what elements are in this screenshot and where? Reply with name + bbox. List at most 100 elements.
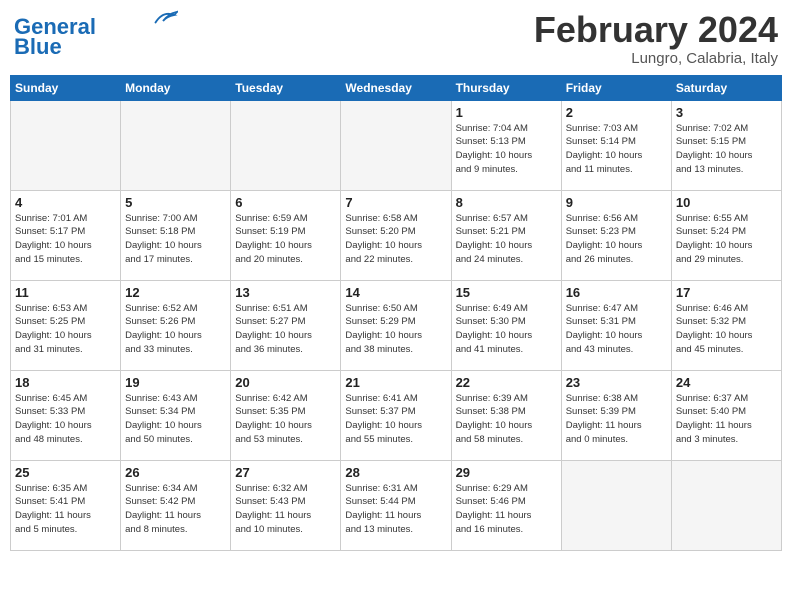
day-number: 21 (345, 375, 446, 390)
calendar-cell: 10 Sunrise: 6:55 AMSunset: 5:24 PMDayligh… (671, 190, 781, 280)
calendar-cell: 1 Sunrise: 7:04 AMSunset: 5:13 PMDaylight… (451, 100, 561, 190)
calendar-cell: 25 Sunrise: 6:35 AMSunset: 5:41 PMDayligh… (11, 460, 121, 550)
day-number: 25 (15, 465, 116, 480)
calendar-cell: 18 Sunrise: 6:45 AMSunset: 5:33 PMDayligh… (11, 370, 121, 460)
day-info: Sunrise: 6:43 AMSunset: 5:34 PMDaylight:… (125, 392, 226, 447)
day-number: 19 (125, 375, 226, 390)
day-number: 16 (566, 285, 667, 300)
calendar-cell: 2 Sunrise: 7:03 AMSunset: 5:14 PMDaylight… (561, 100, 671, 190)
calendar-cell: 20 Sunrise: 6:42 AMSunset: 5:35 PMDayligh… (231, 370, 341, 460)
day-number: 26 (125, 465, 226, 480)
day-info: Sunrise: 6:45 AMSunset: 5:33 PMDaylight:… (15, 392, 116, 447)
day-number: 29 (456, 465, 557, 480)
weekday-header: Saturday (671, 75, 781, 100)
calendar-cell: 13 Sunrise: 6:51 AMSunset: 5:27 PMDayligh… (231, 280, 341, 370)
day-number: 15 (456, 285, 557, 300)
day-number: 4 (15, 195, 116, 210)
day-number: 2 (566, 105, 667, 120)
day-number: 18 (15, 375, 116, 390)
weekday-header: Friday (561, 75, 671, 100)
day-info: Sunrise: 6:37 AMSunset: 5:40 PMDaylight:… (676, 392, 777, 447)
title-block: February 2024 Lungro, Calabria, Italy (534, 10, 778, 67)
calendar-cell: 22Sunrise: 6:39 AMSunset: 5:38 PMDayligh… (451, 370, 561, 460)
calendar-cell: 11Sunrise: 6:53 AMSunset: 5:25 PMDayligh… (11, 280, 121, 370)
calendar-subtitle: Lungro, Calabria, Italy (534, 50, 778, 67)
calendar-week-row: 1 Sunrise: 7:04 AMSunset: 5:13 PMDaylight… (11, 100, 782, 190)
day-number: 10 (676, 195, 777, 210)
calendar-week-row: 11Sunrise: 6:53 AMSunset: 5:25 PMDayligh… (11, 280, 782, 370)
calendar-cell (671, 460, 781, 550)
day-info: Sunrise: 6:46 AMSunset: 5:32 PMDaylight:… (676, 302, 777, 357)
day-info: Sunrise: 7:02 AMSunset: 5:15 PMDaylight:… (676, 122, 777, 177)
day-info: Sunrise: 6:55 AMSunset: 5:24 PMDaylight:… (676, 212, 777, 267)
calendar-cell: 17 Sunrise: 6:46 AMSunset: 5:32 PMDayligh… (671, 280, 781, 370)
logo: General Blue (14, 16, 178, 58)
calendar-cell: 12 Sunrise: 6:52 AMSunset: 5:26 PMDayligh… (121, 280, 231, 370)
day-number: 11 (15, 285, 116, 300)
day-info: Sunrise: 6:50 AMSunset: 5:29 PMDaylight:… (345, 302, 446, 357)
day-info: Sunrise: 7:03 AMSunset: 5:14 PMDaylight:… (566, 122, 667, 177)
day-number: 5 (125, 195, 226, 210)
day-number: 1 (456, 105, 557, 120)
day-number: 3 (676, 105, 777, 120)
day-info: Sunrise: 6:59 AMSunset: 5:19 PMDaylight:… (235, 212, 336, 267)
calendar-body: 1 Sunrise: 7:04 AMSunset: 5:13 PMDaylight… (11, 100, 782, 550)
calendar-cell: 4 Sunrise: 7:01 AMSunset: 5:17 PMDaylight… (11, 190, 121, 280)
calendar-cell: 19 Sunrise: 6:43 AMSunset: 5:34 PMDayligh… (121, 370, 231, 460)
day-number: 6 (235, 195, 336, 210)
day-info: Sunrise: 6:42 AMSunset: 5:35 PMDaylight:… (235, 392, 336, 447)
weekday-header: Wednesday (341, 75, 451, 100)
day-number: 8 (456, 195, 557, 210)
day-number: 12 (125, 285, 226, 300)
calendar-week-row: 18 Sunrise: 6:45 AMSunset: 5:33 PMDayligh… (11, 370, 782, 460)
calendar-cell: 21Sunrise: 6:41 AMSunset: 5:37 PMDayligh… (341, 370, 451, 460)
weekday-header: Monday (121, 75, 231, 100)
day-info: Sunrise: 6:32 AMSunset: 5:43 PMDaylight:… (235, 482, 336, 537)
day-number: 20 (235, 375, 336, 390)
calendar-cell: 6 Sunrise: 6:59 AMSunset: 5:19 PMDaylight… (231, 190, 341, 280)
day-info: Sunrise: 6:29 AMSunset: 5:46 PMDaylight:… (456, 482, 557, 537)
weekday-header: Sunday (11, 75, 121, 100)
page-header: General Blue February 2024 Lungro, Calab… (10, 10, 782, 67)
day-info: Sunrise: 6:58 AMSunset: 5:20 PMDaylight:… (345, 212, 446, 267)
calendar-cell (341, 100, 451, 190)
day-info: Sunrise: 6:31 AMSunset: 5:44 PMDaylight:… (345, 482, 446, 537)
calendar-cell: 24 Sunrise: 6:37 AMSunset: 5:40 PMDayligh… (671, 370, 781, 460)
day-number: 24 (676, 375, 777, 390)
day-info: Sunrise: 6:38 AMSunset: 5:39 PMDaylight:… (566, 392, 667, 447)
calendar-cell: 27 Sunrise: 6:32 AMSunset: 5:43 PMDayligh… (231, 460, 341, 550)
calendar-cell: 5 Sunrise: 7:00 AMSunset: 5:18 PMDaylight… (121, 190, 231, 280)
day-info: Sunrise: 6:34 AMSunset: 5:42 PMDaylight:… (125, 482, 226, 537)
day-number: 9 (566, 195, 667, 210)
day-info: Sunrise: 6:49 AMSunset: 5:30 PMDaylight:… (456, 302, 557, 357)
logo-bird-icon (148, 9, 178, 27)
day-number: 17 (676, 285, 777, 300)
weekday-header: Thursday (451, 75, 561, 100)
calendar-cell: 15 Sunrise: 6:49 AMSunset: 5:30 PMDayligh… (451, 280, 561, 370)
calendar-week-row: 4 Sunrise: 7:01 AMSunset: 5:17 PMDaylight… (11, 190, 782, 280)
calendar-cell (231, 100, 341, 190)
day-number: 13 (235, 285, 336, 300)
calendar-cell: 23Sunrise: 6:38 AMSunset: 5:39 PMDayligh… (561, 370, 671, 460)
calendar-cell (121, 100, 231, 190)
day-info: Sunrise: 6:52 AMSunset: 5:26 PMDaylight:… (125, 302, 226, 357)
day-number: 28 (345, 465, 446, 480)
calendar-cell (561, 460, 671, 550)
calendar-cell (11, 100, 121, 190)
day-info: Sunrise: 6:51 AMSunset: 5:27 PMDaylight:… (235, 302, 336, 357)
calendar-cell: 29 Sunrise: 6:29 AMSunset: 5:46 PMDayligh… (451, 460, 561, 550)
calendar-cell: 8 Sunrise: 6:57 AMSunset: 5:21 PMDaylight… (451, 190, 561, 280)
weekday-header: Tuesday (231, 75, 341, 100)
day-number: 22 (456, 375, 557, 390)
day-info: Sunrise: 7:01 AMSunset: 5:17 PMDaylight:… (15, 212, 116, 267)
day-info: Sunrise: 7:00 AMSunset: 5:18 PMDaylight:… (125, 212, 226, 267)
day-number: 27 (235, 465, 336, 480)
calendar-cell: 28 Sunrise: 6:31 AMSunset: 5:44 PMDayligh… (341, 460, 451, 550)
calendar-cell: 7Sunrise: 6:58 AMSunset: 5:20 PMDaylight… (341, 190, 451, 280)
day-info: Sunrise: 7:04 AMSunset: 5:13 PMDaylight:… (456, 122, 557, 177)
day-number: 14 (345, 285, 446, 300)
calendar-title: February 2024 (534, 10, 778, 50)
calendar-cell: 14 Sunrise: 6:50 AMSunset: 5:29 PMDayligh… (341, 280, 451, 370)
day-info: Sunrise: 6:57 AMSunset: 5:21 PMDaylight:… (456, 212, 557, 267)
day-info: Sunrise: 6:35 AMSunset: 5:41 PMDaylight:… (15, 482, 116, 537)
